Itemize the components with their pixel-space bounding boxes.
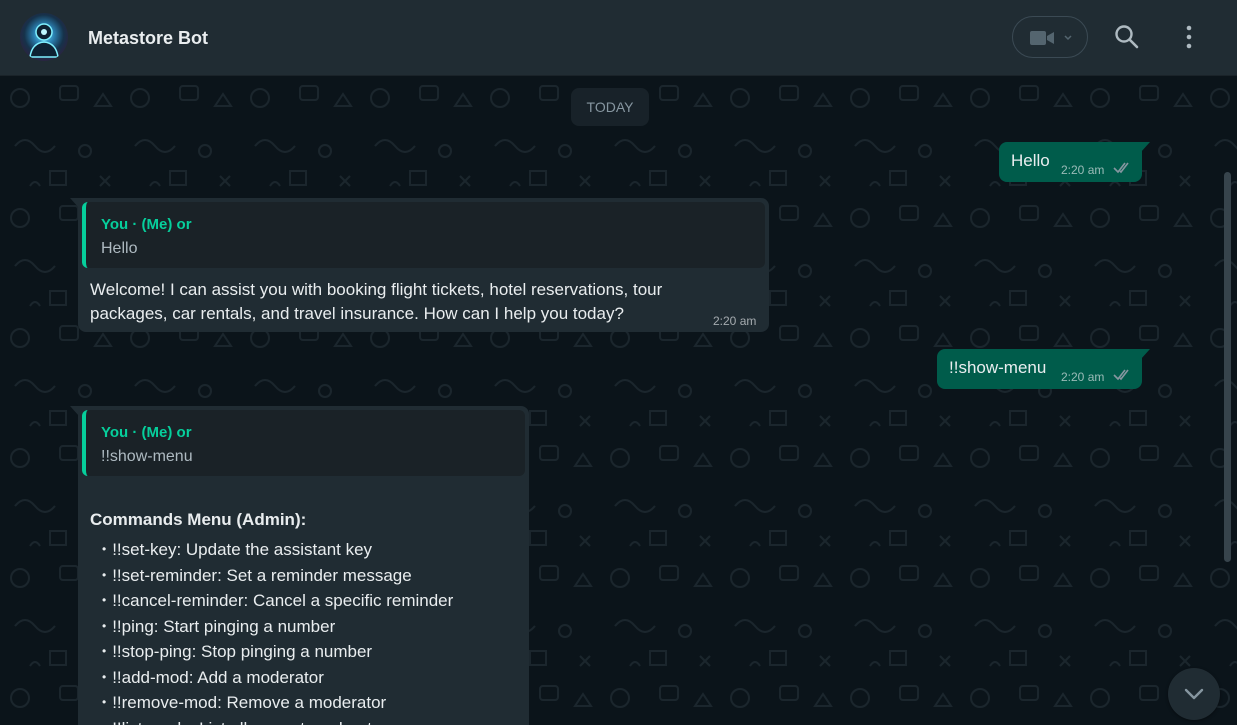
double-check-icon (1113, 162, 1129, 174)
date-divider: TODAY (571, 88, 649, 126)
chevron-down-icon (1064, 35, 1072, 41)
video-call-button[interactable] (1012, 16, 1088, 58)
search-icon (1115, 25, 1139, 49)
incoming-message[interactable]: You · (Me) or Hello Welcome! I can assis… (70, 198, 769, 332)
bubble-tail (70, 406, 79, 416)
incoming-message[interactable]: You · (Me) or !!show-menu Commands Menu … (70, 406, 529, 725)
quoted-message[interactable]: You · (Me) or Hello (82, 202, 765, 268)
list-item: !!remove-mod: Remove a moderator (102, 691, 453, 717)
quoted-message[interactable]: You · (Me) or !!show-menu (82, 410, 525, 476)
quote-text: !!show-menu (101, 448, 193, 465)
list-item: !!stop-ping: Stop pinging a number (102, 640, 453, 666)
bubble-tail (1141, 349, 1150, 359)
message-time: 2:20 am (713, 314, 757, 328)
list-item: !!cancel-reminder: Cancel a specific rem… (102, 589, 453, 615)
double-check-icon (1113, 369, 1129, 381)
list-item: !!set-key: Update the assistant key (102, 538, 453, 564)
avatar[interactable] (20, 13, 68, 61)
menu-dots-icon (1186, 25, 1192, 49)
list-item: !!ping: Start pinging a number (102, 615, 453, 641)
chat-header: Metastore Bot (0, 0, 1237, 76)
commands-list: !!set-key: Update the assistant key !!se… (102, 538, 453, 725)
message-line: packages, car rentals, and travel insura… (90, 304, 624, 323)
chat-title[interactable]: Metastore Bot (88, 28, 208, 49)
message-text: !!show-menu (949, 358, 1047, 377)
bubble-tail (1141, 142, 1150, 152)
video-call-icon (1030, 31, 1072, 45)
list-item: !!list-mods: List all current moderators (102, 717, 453, 725)
message-text: Welcome! I can assist you with booking f… (90, 278, 662, 326)
search-button[interactable] (1114, 24, 1140, 50)
chevron-down-icon (1184, 688, 1204, 700)
quote-text: Hello (101, 240, 138, 257)
list-item: !!set-reminder: Set a reminder message (102, 564, 453, 590)
quote-author: You · (Me) or (101, 424, 192, 441)
outgoing-message[interactable]: !!show-menu 2:20 am (937, 349, 1150, 389)
scrollbar-thumb[interactable] (1224, 172, 1231, 562)
list-item: !!add-mod: Add a moderator (102, 666, 453, 692)
bubble-tail (70, 198, 79, 208)
quote-author: You · (Me) or (101, 216, 192, 233)
scroll-to-bottom-button[interactable] (1168, 668, 1220, 720)
chat-panel[interactable]: TODAY Hello 2:20 am You · (Me) or Hello … (0, 76, 1237, 725)
menu-title: Commands Menu (Admin): (90, 510, 307, 529)
bot-avatar-icon (29, 23, 59, 58)
message-line: Welcome! I can assist you with booking f… (90, 280, 663, 299)
message-text: Hello (1011, 151, 1050, 170)
menu-button[interactable] (1176, 24, 1202, 50)
message-time: 2:20 am (1061, 370, 1105, 384)
outgoing-message[interactable]: Hello 2:20 am (999, 142, 1150, 182)
message-time: 2:20 am (1061, 163, 1105, 177)
